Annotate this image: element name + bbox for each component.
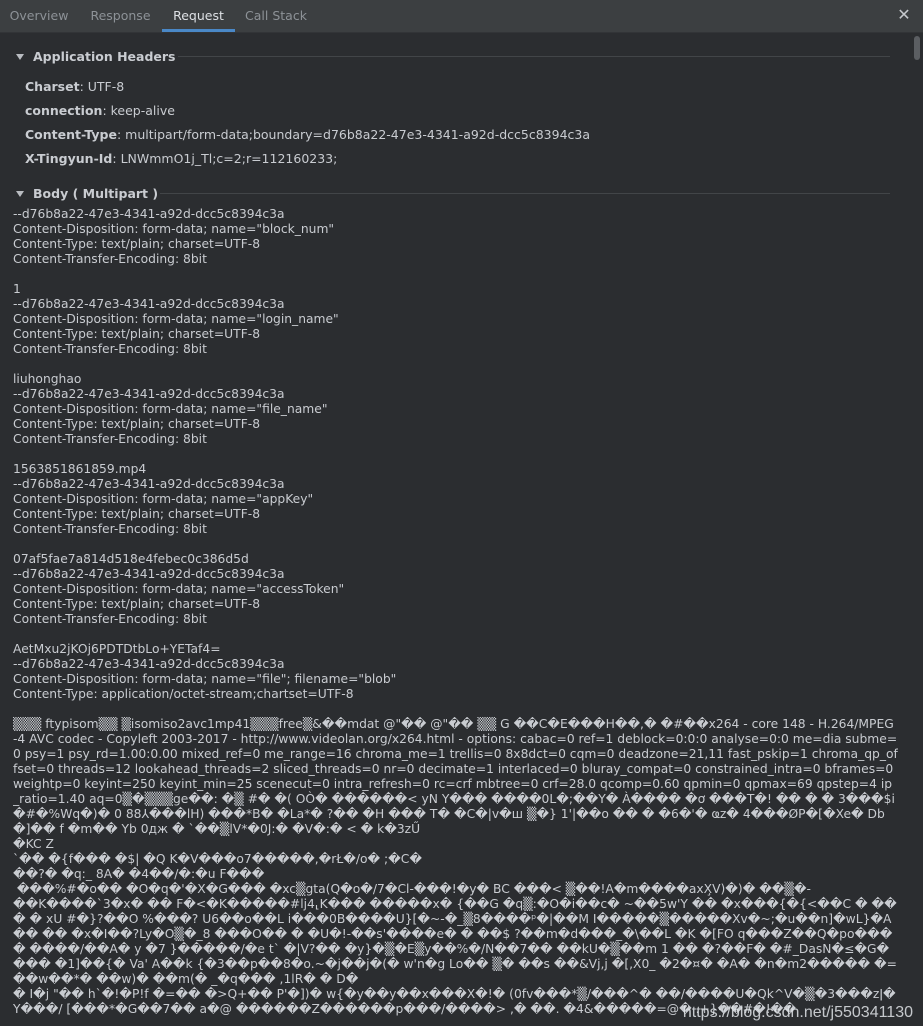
watermark-url: https://blog.csdn.net/j550341130 [682,1004,913,1021]
header-row: Content-Type: multipart/form-data;bounda… [25,126,590,144]
header-key: Charset [25,79,80,94]
tab-overview[interactable]: Overview [0,0,78,31]
tab-bar: Overview Response Request Call Stack ✕ [0,0,923,33]
header-row: connection: keep-alive [25,102,175,120]
vertical-scrollbar[interactable] [913,36,921,1024]
binary-file-content: ▒▒▒ ftypisom▒▒ ▒isomiso2avc1mp41▒▒▒free▒… [13,717,898,1016]
scrollbar-thumb[interactable] [914,36,920,60]
tab-request[interactable]: Request [162,0,235,32]
application-headers-header[interactable]: Application Headers [16,48,176,66]
request-content: Application Headers Charset: UTF-8 conne… [0,33,910,1026]
close-icon[interactable]: ✕ [895,6,913,24]
section-divider [160,193,890,194]
header-row: Charset: UTF-8 [25,78,124,96]
tab-response[interactable]: Response [79,0,162,31]
header-row: X-Tingyun-Id: LNWmmO1j_Tl;c=2;r=11216023… [25,150,337,168]
application-headers-title: Application Headers [33,49,176,64]
header-key: X-Tingyun-Id [25,151,113,166]
body-multipart-title: Body ( Multipart ) [33,186,159,201]
triangle-down-icon [16,190,24,197]
header-value: multipart/form-data;boundary=d76b8a22-47… [121,127,591,142]
network-inspector-window: Overview Response Request Call Stack ✕ A… [0,0,923,1026]
header-value: LNWmmO1j_Tl;c=2;r=112160233; [116,151,338,166]
section-divider [178,56,890,57]
body-multipart-header[interactable]: Body ( Multipart ) [16,185,158,203]
triangle-down-icon [16,53,24,60]
multipart-body-text: --d76b8a22-47e3-4341-a92d-dcc5c8394c3a C… [13,207,397,701]
header-key: Content-Type [25,127,117,142]
header-key: connection [25,103,103,118]
tab-call-stack[interactable]: Call Stack [235,0,317,31]
header-value: keep-alive [106,103,175,118]
header-value: UTF-8 [83,79,125,94]
